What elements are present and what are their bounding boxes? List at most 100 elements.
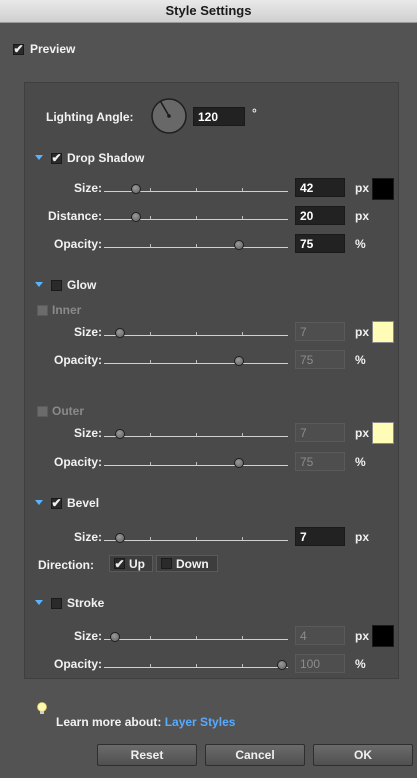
slider-tick (196, 537, 197, 540)
bevel-direction-down-checkbox[interactable] (161, 558, 172, 569)
inner-glow-size-label: Size: (73, 325, 102, 339)
inner-glow-size-input[interactable]: 7 (295, 322, 345, 341)
drop-shadow-opacity-slider[interactable] (104, 236, 288, 250)
bevel-size-label: Size: (73, 530, 102, 544)
bevel-size-slider[interactable] (104, 529, 288, 543)
stroke-checkbox-box[interactable] (51, 597, 62, 609)
stroke-checkbox[interactable]: Stroke (51, 596, 104, 610)
drop-shadow-disclosure-icon[interactable] (35, 155, 43, 160)
outer-glow-opacity-unit: % (355, 455, 366, 469)
slider-track[interactable] (104, 667, 288, 668)
slider-tick (242, 636, 243, 639)
inner-glow-opacity-slider[interactable] (104, 352, 288, 366)
inner-glow-size-unit: px (355, 325, 370, 339)
slider-knob[interactable] (110, 632, 121, 642)
cancel-button[interactable]: Cancel (205, 744, 305, 766)
outer-glow-opacity-label: Opacity: (53, 455, 102, 469)
drop-shadow-color-swatch[interactable] (372, 178, 394, 200)
inner-glow-checkbox-box[interactable] (37, 304, 48, 316)
drop-shadow-distance-input[interactable]: 20 (295, 206, 345, 225)
glow-checkbox[interactable]: Glow (51, 278, 96, 292)
outer-glow-color-swatch[interactable] (372, 422, 394, 444)
preview-checkbox[interactable]: Preview (13, 42, 75, 56)
slider-tick (196, 332, 197, 335)
slider-tick (150, 537, 151, 540)
slider-tick (150, 664, 151, 667)
slider-tick (150, 188, 151, 191)
lighting-angle-dial[interactable] (150, 97, 188, 135)
slider-track[interactable] (104, 335, 288, 336)
drop-shadow-distance-slider[interactable] (104, 208, 288, 222)
bevel-size-input[interactable]: 7 (295, 527, 345, 546)
drop-shadow-size-label: Size: (73, 181, 102, 195)
slider-track[interactable] (104, 465, 288, 466)
layer-styles-link[interactable]: Layer Styles (165, 715, 236, 729)
slider-knob[interactable] (234, 458, 244, 468)
stroke-size-label: Size: (73, 629, 102, 643)
preview-checkbox-box[interactable] (13, 43, 24, 55)
drop-shadow-checkbox-box[interactable] (51, 152, 62, 164)
stroke-color-swatch[interactable] (372, 625, 394, 647)
drop-shadow-opacity-input[interactable]: 75 (295, 234, 345, 253)
drop-shadow-size-unit: px (355, 181, 370, 195)
inner-glow-checkbox[interactable]: Inner (37, 303, 81, 317)
stroke-disclosure-icon[interactable] (35, 600, 43, 605)
outer-glow-opacity-input[interactable]: 75 (295, 452, 345, 471)
drop-shadow-checkbox[interactable]: Drop Shadow (51, 151, 144, 165)
slider-tick (196, 244, 197, 247)
slider-track[interactable] (104, 363, 288, 364)
slider-track[interactable] (104, 247, 288, 248)
bevel-checkbox[interactable]: Bevel (51, 496, 99, 510)
slider-knob[interactable] (130, 184, 141, 194)
drop-shadow-size-input[interactable]: 42 (295, 178, 345, 197)
slider-knob[interactable] (115, 328, 126, 338)
stroke-size-input[interactable]: 4 (295, 626, 345, 645)
slider-knob[interactable] (115, 533, 126, 543)
inner-glow-size-slider[interactable] (104, 324, 288, 338)
lighting-angle-label: Lighting Angle: (46, 110, 134, 124)
slider-tick (150, 216, 151, 219)
lighting-angle-input[interactable]: 120 (193, 107, 245, 126)
outer-glow-checkbox[interactable]: Outer (37, 404, 84, 418)
bevel-checkbox-box[interactable] (51, 497, 62, 509)
outer-glow-checkbox-box[interactable] (37, 405, 48, 417)
outer-glow-size-input[interactable]: 7 (295, 423, 345, 442)
slider-track[interactable] (104, 436, 288, 437)
bevel-disclosure-icon[interactable] (35, 500, 43, 505)
outer-glow-label: Outer (52, 404, 85, 418)
slider-tick (196, 636, 197, 639)
slider-tick (196, 360, 197, 363)
ok-button[interactable]: OK (313, 744, 413, 766)
lightbulb-icon (37, 702, 47, 714)
slider-tick (242, 188, 243, 191)
slider-track[interactable] (104, 540, 288, 541)
drop-shadow-size-slider[interactable] (104, 180, 288, 194)
slider-track[interactable] (104, 639, 288, 640)
slider-knob[interactable] (234, 240, 244, 250)
slider-knob[interactable] (115, 429, 126, 439)
bevel-direction-up-checkbox[interactable] (114, 558, 125, 569)
slider-knob[interactable] (277, 660, 287, 670)
slider-knob[interactable] (234, 356, 244, 366)
preview-label: Preview (30, 42, 76, 56)
glow-checkbox-box[interactable] (51, 279, 62, 291)
stroke-opacity-input[interactable]: 100 (295, 654, 345, 673)
inner-glow-opacity-input[interactable]: 75 (295, 350, 345, 369)
outer-glow-size-slider[interactable] (104, 425, 288, 439)
stroke-size-slider[interactable] (104, 628, 288, 642)
bevel-direction-label: Direction: (38, 558, 95, 572)
inner-glow-color-swatch[interactable] (372, 321, 394, 343)
glow-disclosure-icon[interactable] (35, 282, 43, 287)
bevel-direction-up[interactable]: Up (109, 555, 153, 572)
slider-tick (196, 462, 197, 465)
lighting-angle-unit: ° (252, 106, 257, 120)
outer-glow-opacity-slider[interactable] (104, 454, 288, 468)
stroke-size-unit: px (355, 629, 370, 643)
slider-tick (196, 216, 197, 219)
reset-button[interactable]: Reset (97, 744, 197, 766)
window-titlebar: Style Settings (0, 0, 417, 23)
slider-tick (150, 244, 151, 247)
slider-knob[interactable] (130, 212, 141, 222)
bevel-direction-down[interactable]: Down (156, 555, 218, 572)
stroke-opacity-slider[interactable] (104, 656, 288, 670)
